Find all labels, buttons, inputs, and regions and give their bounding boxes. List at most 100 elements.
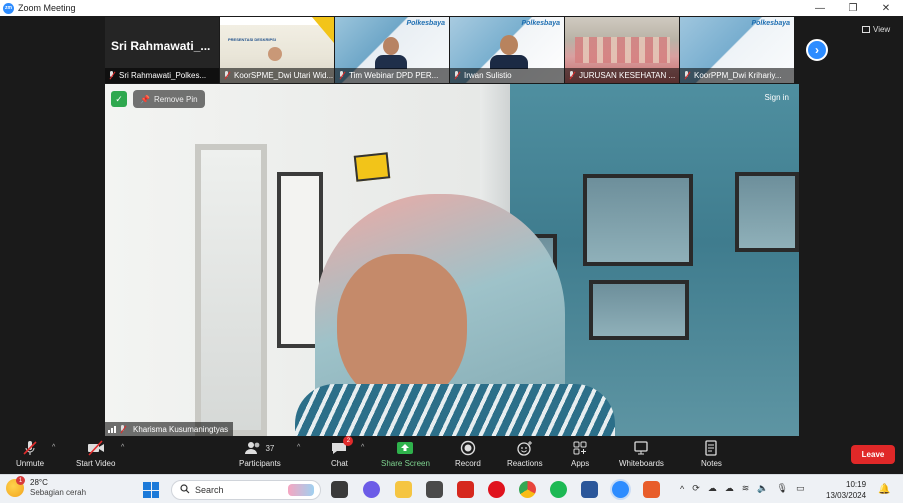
participant-name-tag: Kharisma Kusumaningtyas xyxy=(105,422,234,436)
pinned-video[interactable]: ✓ 📌 Remove Pin Sign in Kharisma Kusumani… xyxy=(105,84,799,436)
record-label: Record xyxy=(455,459,481,468)
notification-bell-icon[interactable]: 🔔 xyxy=(878,484,890,495)
taskbar-search[interactable]: Search xyxy=(171,480,321,500)
notes-button[interactable]: Notes xyxy=(701,439,722,468)
sign-in-link[interactable]: Sign in xyxy=(765,93,789,102)
cloud-icon[interactable]: ☁ xyxy=(708,483,717,494)
powerpoint-icon[interactable] xyxy=(643,481,660,498)
start-video-label: Start Video xyxy=(76,459,116,468)
mic-muted-icon xyxy=(108,71,116,80)
participant-tile[interactable]: Polkesbaya Irwan Sulistio xyxy=(450,17,565,83)
volume-icon[interactable]: 🔈 xyxy=(757,483,768,494)
windows-taskbar: 1 28°C Sebagian cerah Search ^ ⟳ ☁ ☁ ≋ 🔈… xyxy=(0,474,903,503)
chat-options-caret[interactable]: ^ xyxy=(361,444,364,451)
participants-options-caret[interactable]: ^ xyxy=(297,444,300,451)
participants-button[interactable]: 37 Participants xyxy=(239,439,281,468)
chevron-right-icon: › xyxy=(815,43,819,57)
weather-widget[interactable]: 1 28°C Sebagian cerah xyxy=(6,476,87,498)
system-tray: ^ ⟳ ☁ ☁ ≋ 🔈 🎙 ▭ xyxy=(680,483,805,494)
unmute-button[interactable]: Unmute xyxy=(16,439,44,468)
whiteboards-button[interactable]: Whiteboards xyxy=(619,439,664,468)
partly-sunny-icon: 1 xyxy=(6,476,25,497)
weather-alert-badge: 1 xyxy=(16,476,25,485)
window-title: Zoom Meeting xyxy=(18,3,76,13)
mic-muted-icon xyxy=(223,71,231,80)
chrome-icon[interactable] xyxy=(519,481,536,498)
sync-icon[interactable]: ⟳ xyxy=(692,483,700,494)
participants-count: 37 xyxy=(265,443,275,453)
participant-name-label: Sri Rahmawati_Polkes... xyxy=(105,68,219,83)
participants-label: Participants xyxy=(239,459,281,468)
reactions-button[interactable]: Reactions xyxy=(507,439,543,468)
zoom-logo-icon: zm xyxy=(3,2,14,14)
battery-icon[interactable]: ▭ xyxy=(796,483,805,494)
room-people xyxy=(575,37,670,63)
participant-tile[interactable]: Sri Rahmawati_... Sri Rahmawati_Polkes..… xyxy=(105,17,220,83)
teams-chat-icon[interactable] xyxy=(363,481,380,498)
start-video-button[interactable]: Start Video xyxy=(76,439,115,468)
microphone-icon[interactable]: 🎙 xyxy=(777,483,788,494)
participant-name: KoorPPM_Dwi Krihariy... xyxy=(694,71,782,80)
start-button[interactable] xyxy=(143,482,159,498)
task-view-icon[interactable] xyxy=(331,481,348,498)
video-background-frame xyxy=(589,280,689,340)
mic-muted-icon xyxy=(119,424,127,434)
audio-options-caret[interactable]: ^ xyxy=(52,444,55,451)
participant-name-label: Irwan Sulistio xyxy=(450,68,564,83)
whiteboards-label: Whiteboards xyxy=(619,459,664,468)
reactions-label: Reactions xyxy=(507,459,543,468)
notes-label: Notes xyxy=(701,459,722,468)
word-icon[interactable] xyxy=(581,481,598,498)
search-placeholder: Search xyxy=(195,485,224,495)
remove-pin-button[interactable]: 📌 Remove Pin xyxy=(133,90,205,108)
mic-muted-icon xyxy=(683,71,691,80)
share-screen-icon xyxy=(396,439,414,457)
zoom-taskbar-icon[interactable] xyxy=(612,481,629,498)
close-button[interactable]: ✕ xyxy=(869,0,903,16)
participant-tile[interactable]: JURUSAN KESEHATAN ... xyxy=(565,17,680,83)
participant-tile[interactable]: Polkesbaya KoorPPM_Dwi Krihariy... xyxy=(680,17,795,83)
record-icon xyxy=(460,439,476,457)
clock-date: 13/03/2024 xyxy=(826,491,867,500)
chevron-up-icon[interactable]: ^ xyxy=(680,484,684,494)
share-screen-button[interactable]: Share Screen xyxy=(381,439,430,468)
minimize-button[interactable]: — xyxy=(803,0,837,16)
mic-muted-icon xyxy=(338,71,346,80)
chat-button[interactable]: 2 Chat xyxy=(331,436,354,468)
cloud-icon[interactable]: ☁ xyxy=(725,483,734,494)
leave-button[interactable]: Leave xyxy=(851,445,895,464)
participant-name: Irwan Sulistio xyxy=(464,71,512,80)
file-explorer-icon[interactable] xyxy=(395,481,412,498)
apps-icon xyxy=(572,439,588,457)
meeting-window: Sri Rahmawati_... Sri Rahmawati_Polkes..… xyxy=(0,16,903,474)
participant-tile[interactable]: PRESENTASI DESKRIPSI KoorSPME_Dwi Utari … xyxy=(220,17,335,83)
active-speaker-name: Sri Rahmawati_... xyxy=(111,39,211,53)
remove-pin-label: Remove Pin xyxy=(153,94,198,104)
avatar xyxy=(383,37,399,55)
video-background-frame xyxy=(735,172,799,252)
video-background-door xyxy=(195,144,267,436)
weather-temperature: 28°C xyxy=(30,478,48,487)
participant-tile[interactable]: Polkesbaya Tim Webinar DPD PER... xyxy=(335,17,450,83)
wifi-icon[interactable]: ≋ xyxy=(742,483,750,494)
participant-name: Tim Webinar DPD PER... xyxy=(349,71,439,80)
taskbar-clock[interactable]: 10:19 13/03/2024 xyxy=(826,479,866,501)
weather-condition: Sebagian cerah xyxy=(30,488,87,497)
camera-icon[interactable] xyxy=(426,481,443,498)
pdf-reader-icon[interactable] xyxy=(457,481,474,498)
participant-name: JURUSAN KESEHATAN ... xyxy=(579,71,676,80)
chat-label: Chat xyxy=(331,459,348,468)
spotify-icon[interactable] xyxy=(550,481,567,498)
view-button[interactable]: View xyxy=(862,25,890,34)
next-page-button[interactable]: › xyxy=(806,39,828,61)
record-button[interactable]: Record xyxy=(455,439,481,468)
restore-button[interactable]: ❐ xyxy=(836,0,870,16)
apps-button[interactable]: Apps xyxy=(571,439,589,468)
shield-check-icon[interactable]: ✓ xyxy=(111,91,127,107)
opera-icon[interactable] xyxy=(488,481,505,498)
view-label: View xyxy=(873,25,891,34)
video-options-caret[interactable]: ^ xyxy=(121,444,124,451)
participant-strip: Sri Rahmawati_... Sri Rahmawati_Polkes..… xyxy=(105,17,799,83)
video-background-frame xyxy=(583,174,693,266)
video-background-sign xyxy=(353,152,391,182)
